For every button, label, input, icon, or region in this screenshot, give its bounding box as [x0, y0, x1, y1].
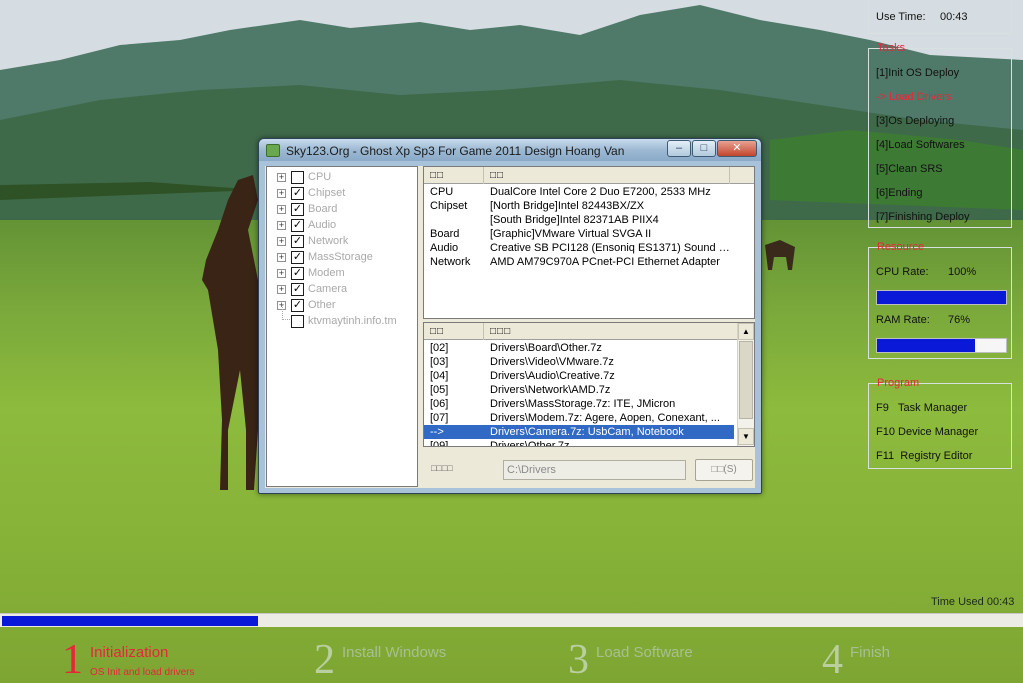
task-item: [7]Finishing Deploy — [876, 211, 970, 223]
checkbox-checked[interactable]: ✓ — [291, 218, 304, 232]
expand-icon[interactable]: + — [277, 252, 286, 262]
close-button[interactable]: ✕ — [717, 140, 757, 157]
task-item: [6]Ending — [876, 187, 923, 199]
overall-progress-bar — [0, 613, 1023, 627]
task-item-active: -> Load Drivers — [876, 91, 952, 103]
checkbox-checked[interactable]: ✓ — [291, 266, 304, 280]
list-item[interactable]: [03] Drivers\Video\VMware.7z — [424, 355, 734, 369]
ram-rate-bar — [876, 338, 1007, 353]
resource-panel: Resource CPU Rate: 100% RAM Rate: 76% — [868, 241, 1012, 359]
task-item: [5]Clean SRS — [876, 163, 943, 175]
column-header-type[interactable]: □□ — [424, 167, 484, 184]
use-time-label: Use Time: — [876, 11, 926, 23]
expand-icon[interactable]: + — [277, 284, 286, 294]
driver-path-input[interactable]: C:\Drivers — [503, 460, 686, 480]
minimize-button[interactable]: – — [667, 140, 691, 157]
expand-icon[interactable]: + — [277, 236, 286, 246]
program-registry-editor[interactable]: F11 Registry Editor — [876, 450, 972, 462]
driver-list[interactable]: □□ □□□ [02] Drivers\Board\Other.7z [03] … — [423, 322, 755, 447]
list-header: □□ □□□ — [424, 323, 754, 340]
checkbox[interactable] — [291, 170, 304, 184]
scroll-down-button[interactable]: ▼ — [738, 428, 754, 445]
list-item[interactable]: Audio Creative SB PCI128 (Ensoniq ES1371… — [424, 241, 754, 255]
column-header-path[interactable]: □□□ — [484, 323, 738, 340]
main-window: Sky123.Org - Ghost Xp Sp3 For Game 2011 … — [258, 138, 762, 494]
ram-rate-label: RAM Rate: — [876, 314, 930, 326]
device-tree[interactable]: + CPU + ✓ Chipset + ✓ Board + ✓ Audio + — [266, 166, 418, 487]
cpu-rate-bar — [876, 290, 1007, 305]
list-item[interactable]: [04] Drivers\Audio\Creative.7z — [424, 369, 734, 383]
list-item[interactable]: CPU DualCore Intel Core 2 Duo E7200, 253… — [424, 185, 754, 199]
tree-item-audio[interactable]: + ✓ Audio — [277, 217, 336, 233]
list-item-selected[interactable]: --> Drivers\Camera.7z: UsbCam, Notebook — [424, 425, 734, 439]
expand-icon[interactable]: + — [277, 220, 286, 230]
tree-item-network[interactable]: + ✓ Network — [277, 233, 348, 249]
tree-item-link[interactable]: ktvmaytinh.info.tm — [291, 313, 397, 329]
expand-icon[interactable]: + — [277, 172, 286, 182]
tree-item-camera[interactable]: + ✓ Camera — [277, 281, 347, 297]
program-task-manager[interactable]: F9 Task Manager — [876, 402, 967, 414]
use-time-panel: Use Time: 00:43 — [868, 0, 1012, 34]
checkbox[interactable] — [291, 314, 304, 328]
program-device-manager[interactable]: F10 Device Manager — [876, 426, 978, 438]
app-icon — [266, 144, 280, 157]
tasks-title: Tasks — [877, 42, 906, 54]
vertical-scrollbar[interactable]: ▲ ▼ — [737, 323, 754, 446]
list-item[interactable]: [09] Drivers\Other.7z — [424, 439, 734, 446]
list-item[interactable]: [02] Drivers\Board\Other.7z — [424, 341, 734, 355]
list-item[interactable]: Board [Graphic]VMware Virtual SVGA II — [424, 227, 754, 241]
program-title: Program — [877, 377, 920, 389]
list-item[interactable]: [05] Drivers\Network\AMD.7z — [424, 383, 734, 397]
ram-rate-fill — [877, 339, 976, 352]
time-used-label: Time Used 00:43 — [931, 596, 1015, 608]
expand-icon[interactable]: + — [277, 204, 286, 214]
cpu-rate-label: CPU Rate: — [876, 266, 929, 278]
list-header: □□ □□ — [424, 167, 754, 184]
driver-path-bar: □□□□ C:\Drivers □□(S) — [423, 454, 755, 486]
browse-button[interactable]: □□(S) — [695, 459, 753, 481]
tree-item-massstorage[interactable]: + ✓ MassStorage — [277, 249, 373, 265]
maximize-button[interactable]: □ — [692, 140, 716, 157]
cpu-rate-fill — [877, 291, 1006, 304]
program-panel: Program F9 Task Manager F10 Device Manag… — [868, 377, 1012, 469]
expand-icon[interactable]: + — [277, 188, 286, 198]
overall-progress-fill — [2, 616, 258, 626]
list-item[interactable]: Network AMD AM79C970A PCnet-PCI Ethernet… — [424, 255, 754, 269]
list-item[interactable]: [06] Drivers\MassStorage.7z: ITE, JMicro… — [424, 397, 734, 411]
checkbox-checked[interactable]: ✓ — [291, 186, 304, 200]
task-item: [1]Init OS Deploy — [876, 67, 960, 79]
window-client-area: + CPU + ✓ Chipset + ✓ Board + ✓ Audio + — [265, 166, 755, 488]
column-header-value[interactable]: □□ — [484, 167, 730, 184]
tree-item-cpu[interactable]: + CPU — [277, 169, 331, 185]
list-item[interactable]: [07] Drivers\Modem.7z: Agere, Aopen, Con… — [424, 411, 734, 425]
checkbox-checked[interactable]: ✓ — [291, 282, 304, 296]
list-item[interactable]: [South Bridge]Intel 82371AB PIIX4 — [424, 213, 754, 227]
tasks-panel: Tasks [1]Init OS Deploy -> Load Drivers … — [868, 42, 1012, 228]
hardware-list[interactable]: □□ □□ CPU DualCore Intel Core 2 Duo E720… — [423, 166, 755, 319]
checkbox-checked[interactable]: ✓ — [291, 234, 304, 248]
checkbox-checked[interactable]: ✓ — [291, 202, 304, 216]
expand-icon[interactable]: + — [277, 268, 286, 278]
path-label: □□□□ — [431, 463, 453, 473]
checkbox-checked[interactable]: ✓ — [291, 250, 304, 264]
scroll-up-button[interactable]: ▲ — [738, 323, 754, 340]
cpu-rate-value: 100% — [948, 266, 977, 278]
tree-item-chipset[interactable]: + ✓ Chipset — [277, 185, 345, 201]
title-bar[interactable]: Sky123.Org - Ghost Xp Sp3 For Game 2011 … — [259, 139, 761, 161]
scroll-thumb[interactable] — [739, 341, 753, 419]
horse-silhouette-small — [765, 240, 795, 270]
tree-item-board[interactable]: + ✓ Board — [277, 201, 337, 217]
use-time-value: 00:43 — [940, 11, 968, 23]
ram-rate-value: 76% — [948, 314, 971, 326]
task-item: [4]Load Softwares — [876, 139, 965, 151]
column-header-id[interactable]: □□ — [424, 323, 484, 340]
tree-item-modem[interactable]: + ✓ Modem — [277, 265, 345, 281]
window-title: Sky123.Org - Ghost Xp Sp3 For Game 2011 … — [286, 144, 625, 158]
list-item[interactable]: Chipset [North Bridge]Intel 82443BX/ZX — [424, 199, 754, 213]
resource-title: Resource — [877, 241, 925, 253]
task-item: [3]Os Deploying — [876, 115, 955, 127]
